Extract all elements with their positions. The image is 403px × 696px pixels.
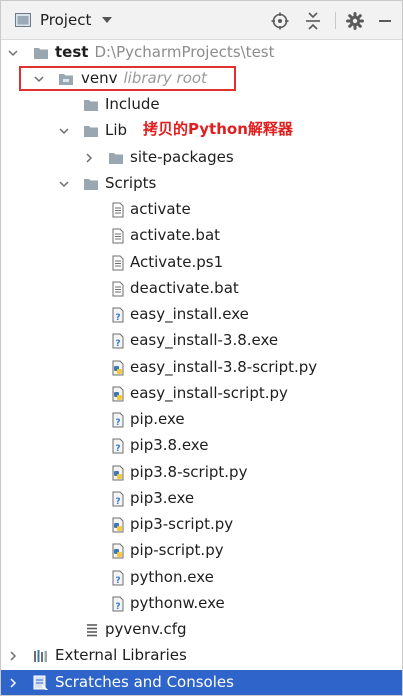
folder-icon	[109, 153, 123, 164]
tree-node-external-libraries[interactable]: External Libraries	[1, 643, 402, 669]
file-name: easy_install.exe	[130, 305, 249, 323]
chevron-down-icon[interactable]	[7, 47, 19, 59]
unknown-file-icon: ?	[112, 412, 124, 428]
folder-icon	[84, 126, 98, 137]
file-name: activate	[130, 200, 191, 218]
tree-file[interactable]: deactivate.bat	[1, 276, 402, 302]
external-libraries-label: External Libraries	[55, 646, 187, 664]
file-name: pip-script.py	[130, 541, 224, 559]
file-name: pip3.exe	[130, 489, 195, 507]
file-name: pip.exe	[130, 410, 185, 428]
libraries-icon	[34, 650, 47, 662]
file-name: pip3-script.py	[130, 515, 234, 533]
text-file-icon	[112, 228, 124, 244]
project-tool-window: Project test D:\PycharmProjects\test ven…	[0, 0, 403, 696]
scratches-icon	[33, 675, 48, 690]
view-selector-label[interactable]: Project	[40, 11, 91, 29]
include-folder-name: Include	[105, 95, 160, 113]
svg-text:?: ?	[115, 576, 120, 586]
tree-node-scratches[interactable]: Scratches and Consoles	[1, 670, 402, 695]
header-divider	[335, 12, 336, 29]
tree-node-site-packages[interactable]: site-packages	[1, 145, 402, 171]
python-file-icon	[112, 360, 124, 376]
scratches-label: Scratches and Consoles	[55, 673, 234, 691]
file-name: Activate.ps1	[130, 253, 224, 271]
folder-icon	[84, 100, 98, 111]
file-name: pip3.8.exe	[130, 436, 209, 454]
annotation-text: 拷贝的Python解释器	[143, 120, 293, 138]
tree-node-include[interactable]: Include	[1, 92, 402, 118]
highlight-box	[19, 66, 236, 91]
text-file-icon	[112, 255, 124, 271]
python-file-icon	[112, 517, 124, 533]
file-name: python.exe	[130, 568, 214, 586]
svg-text:?: ?	[115, 497, 120, 507]
unknown-file-icon: ?	[112, 307, 124, 323]
python-file-icon	[112, 543, 124, 559]
scripts-folder-name: Scripts	[105, 174, 157, 192]
svg-text:?: ?	[115, 418, 120, 428]
file-name: easy_install-3.8.exe	[130, 331, 279, 349]
text-file-icon	[112, 281, 124, 297]
lib-folder-name: Lib	[105, 121, 128, 139]
svg-text:?: ?	[115, 602, 120, 612]
tree-file[interactable]: activate.bat	[1, 223, 402, 249]
chevron-down-icon[interactable]	[58, 125, 70, 137]
svg-text:?: ?	[115, 313, 120, 323]
chevron-right-icon[interactable]	[7, 650, 19, 662]
unknown-file-icon: ?	[112, 596, 124, 612]
project-view-icon	[15, 13, 31, 27]
unknown-file-icon: ?	[112, 438, 124, 454]
tree-file[interactable]: easy_install-3.8-script.py	[1, 355, 402, 381]
file-name: deactivate.bat	[130, 279, 239, 297]
chevron-down-icon[interactable]	[102, 17, 112, 23]
minimize-icon[interactable]	[375, 11, 395, 31]
config-file-icon	[87, 624, 97, 637]
tree-node-root[interactable]: test D:\PycharmProjects\test	[1, 40, 402, 66]
chevron-right-icon[interactable]	[83, 152, 95, 164]
unknown-file-icon: ?	[112, 570, 124, 586]
gear-icon[interactable]	[345, 11, 365, 31]
svg-text:?: ?	[115, 444, 120, 454]
site-packages-folder-name: site-packages	[130, 148, 234, 166]
tree-file[interactable]: Activate.ps1	[1, 250, 402, 276]
file-name: activate.bat	[130, 226, 221, 244]
tree-file[interactable]: ? python.exe	[1, 565, 402, 591]
tree-file[interactable]: ? pip3.8.exe	[1, 433, 402, 459]
tree-file[interactable]: pip3-script.py	[1, 512, 402, 538]
chevron-right-icon[interactable]	[7, 677, 19, 689]
unknown-file-icon: ?	[112, 491, 124, 507]
python-file-icon	[112, 386, 124, 402]
chevron-down-icon[interactable]	[58, 178, 70, 190]
locate-icon[interactable]	[270, 11, 290, 31]
tree-file-pyvenv[interactable]: pyvenv.cfg	[1, 617, 402, 643]
pyvenv-file-name: pyvenv.cfg	[105, 620, 187, 638]
file-name: easy_install-script.py	[130, 384, 288, 402]
root-folder-name: test	[55, 43, 89, 61]
tree-file[interactable]: activate	[1, 197, 402, 223]
python-file-icon	[112, 465, 124, 481]
file-name: pip3.8-script.py	[130, 463, 248, 481]
tree-file[interactable]: pip-script.py	[1, 538, 402, 564]
tree-file[interactable]: ? pythonw.exe	[1, 591, 402, 617]
root-folder-path: D:\PycharmProjects\test	[94, 43, 275, 61]
text-file-icon	[112, 202, 124, 218]
file-name: pythonw.exe	[130, 594, 225, 612]
folder-icon	[34, 48, 48, 59]
collapse-all-icon[interactable]	[303, 11, 323, 31]
tree-file[interactable]: ? pip.exe	[1, 407, 402, 433]
file-name: easy_install-3.8-script.py	[130, 358, 318, 376]
tree-file[interactable]: ? easy_install-3.8.exe	[1, 328, 402, 354]
tree-file[interactable]: ? pip3.exe	[1, 486, 402, 512]
tool-window-header: Project	[1, 1, 402, 40]
tree-node-scripts[interactable]: Scripts	[1, 171, 402, 197]
tree-file[interactable]: pip3.8-script.py	[1, 460, 402, 486]
unknown-file-icon: ?	[112, 333, 124, 349]
tree-file[interactable]: easy_install-script.py	[1, 381, 402, 407]
svg-text:?: ?	[115, 339, 120, 349]
tree-file[interactable]: ? easy_install.exe	[1, 302, 402, 328]
folder-icon	[84, 179, 98, 190]
